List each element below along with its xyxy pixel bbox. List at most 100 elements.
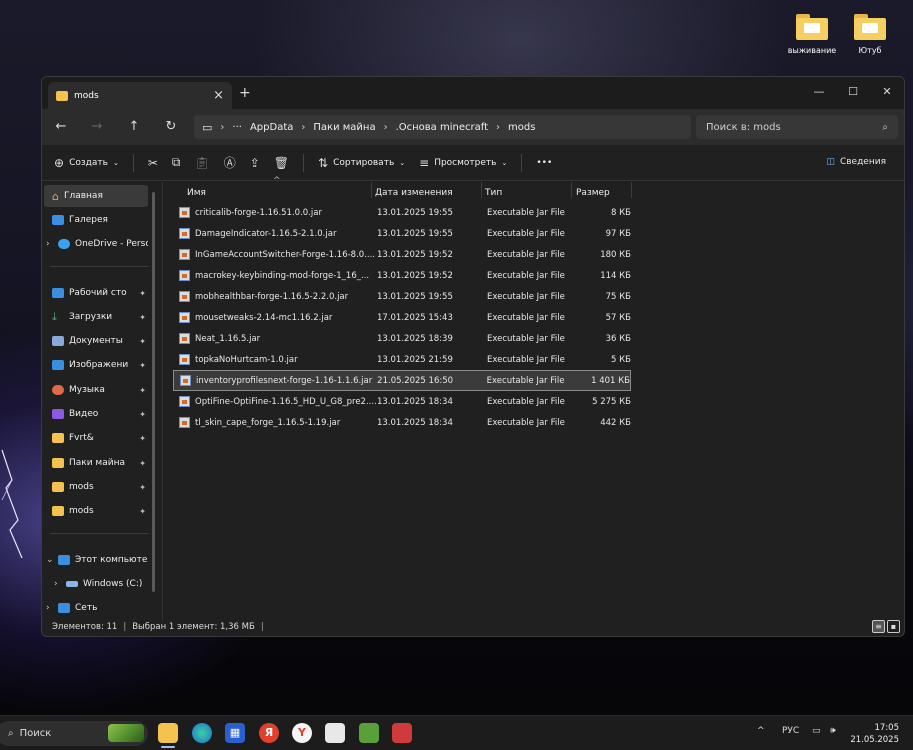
sidebar-item-video[interactable]: Видео ✦: [44, 403, 148, 425]
file-name: criticalib-forge-1.16.51.0.0.jar: [195, 207, 322, 218]
sidebar-item-mods[interactable]: mods ✦: [44, 500, 148, 522]
column-header-size[interactable]: Размер: [576, 182, 610, 204]
file-size: 57 КБ: [605, 312, 631, 323]
sidebar-item-music[interactable]: Музыка ✦: [44, 379, 148, 401]
cut-icon[interactable]: ✂: [148, 156, 158, 170]
clock[interactable]: 17:05 21.05.2025: [850, 722, 899, 746]
sidebar-item-fvrt[interactable]: Fvrt& ✦: [44, 427, 148, 449]
file-row[interactable]: mobhealthbar-forge-1.16.5-2.2.0.jar 13.0…: [173, 286, 631, 307]
column-header-date[interactable]: Дата изменения: [375, 182, 453, 204]
language-indicator[interactable]: РУС: [782, 726, 799, 736]
sidebar-item-gallery[interactable]: Галерея: [44, 209, 148, 231]
pin-icon[interactable]: ✦: [139, 289, 146, 298]
file-type: Executable Jar File: [487, 291, 565, 302]
column-header-name[interactable]: Имя: [187, 182, 206, 204]
network-tray-icon[interactable]: ▭: [812, 726, 821, 736]
breadcrumb-item[interactable]: .Основа minecraft: [396, 122, 488, 133]
desktop-folder-label: Ютуб: [858, 46, 882, 55]
details-button[interactable]: ◫ Сведения: [826, 157, 886, 167]
sidebar-item-documents[interactable]: Документы ✦: [44, 330, 148, 352]
edge-icon[interactable]: [192, 723, 212, 743]
breadcrumb-ellipsis[interactable]: ···: [232, 122, 242, 133]
file-row[interactable]: macrokey-keybinding-mod-forge-1_16_... 1…: [173, 265, 631, 286]
back-button[interactable]: ←: [52, 118, 70, 136]
file-row[interactable]: InGameAccountSwitcher-Forge-1.16-8.0....…: [173, 244, 631, 265]
sidebar-scrollbar[interactable]: [152, 192, 155, 592]
sidebar-item-home[interactable]: ⌂ Главная: [44, 185, 148, 207]
sidebar-item-windows-c[interactable]: › Windows (C:): [44, 573, 148, 595]
pin-icon[interactable]: ✦: [139, 459, 146, 468]
yandex-browser-icon[interactable]: Y: [292, 723, 312, 743]
column-header-type[interactable]: Тип: [485, 182, 502, 204]
minimize-button[interactable]: —: [802, 81, 836, 103]
pin-icon[interactable]: ✦: [139, 313, 146, 322]
close-window-button[interactable]: ✕: [870, 81, 904, 103]
pin-icon[interactable]: ✦: [139, 410, 146, 419]
paste-icon[interactable]: 📋︎: [194, 156, 209, 170]
taskbar-search[interactable]: ⌕ Поиск: [0, 721, 148, 746]
sidebar-item-downloads[interactable]: ⤓ Загрузки ✦: [44, 306, 148, 328]
tab-mods[interactable]: mods ×: [48, 82, 232, 109]
delete-icon[interactable]: 🗑︎: [274, 156, 289, 170]
file-row[interactable]: DamageIndicator-1.16.5-2.1.0.jar 13.01.2…: [173, 223, 631, 244]
file-row[interactable]: OptiFine-OptiFine-1.16.5_HD_U_G8_pre2...…: [173, 391, 631, 412]
sidebar-item-onedrive[interactable]: › OneDrive - Perso: [44, 233, 148, 255]
pin-icon[interactable]: ✦: [139, 434, 146, 443]
tiles-view-icon[interactable]: ▪: [887, 620, 900, 633]
new-tab-button[interactable]: +: [239, 85, 251, 101]
pin-icon[interactable]: ✦: [139, 337, 146, 346]
desktop-folder-survival[interactable]: выживание: [782, 14, 842, 55]
breadcrumb-item[interactable]: Паки майна: [313, 122, 375, 133]
sidebar-item-mods[interactable]: mods ✦: [44, 476, 148, 498]
share-icon[interactable]: ⇪: [250, 156, 260, 170]
refresh-button[interactable]: ↻: [162, 118, 180, 136]
file-size: 5 275 КБ: [592, 396, 631, 407]
column-separator[interactable]: [481, 182, 482, 198]
file-row[interactable]: criticalib-forge-1.16.51.0.0.jar 13.01.2…: [173, 202, 631, 223]
volume-icon[interactable]: 🕪︎: [830, 726, 836, 736]
column-separator[interactable]: [571, 182, 572, 198]
launcher-icon[interactable]: [392, 723, 412, 743]
pin-icon[interactable]: ✦: [139, 386, 146, 395]
sidebar-item-desktop[interactable]: Рабочий сто ✦: [44, 282, 148, 304]
pin-icon[interactable]: ✦: [139, 507, 146, 516]
file-row[interactable]: topkaNoHurtcam-1.0.jar 13.01.2025 21:59 …: [173, 349, 631, 370]
view-button[interactable]: ≡ Просмотреть ⌄: [419, 156, 507, 170]
forward-button[interactable]: →: [88, 118, 106, 136]
pictures-icon: [52, 360, 64, 370]
breadcrumb-item[interactable]: AppData: [250, 122, 293, 133]
column-separator[interactable]: [631, 182, 632, 198]
breadcrumb-item[interactable]: mods: [508, 122, 535, 133]
sidebar-item-this-pc[interactable]: ⌄ Этот компьюте: [44, 549, 148, 571]
more-options-button[interactable]: •••: [536, 158, 552, 168]
up-button[interactable]: ↑: [125, 118, 143, 136]
pin-icon[interactable]: ✦: [139, 483, 146, 492]
tray-overflow-icon[interactable]: ^: [757, 726, 765, 736]
desktop-folder-youtube[interactable]: Ютуб: [840, 14, 900, 55]
create-button[interactable]: ⊕ Создать ⌄: [54, 156, 119, 170]
file-row[interactable]: Neat_1.16.5.jar 13.01.2025 18:39 Executa…: [173, 328, 631, 349]
store-icon[interactable]: ▦: [225, 723, 245, 743]
file-row[interactable]: tl_skin_cape_forge_1.16.5-1.19.jar 13.01…: [173, 412, 631, 433]
sidebar-item-pictures[interactable]: Изображени ✦: [44, 354, 148, 376]
file-explorer-window: mods × + — ☐ ✕ ← → ↑ ↻ ▭ › ··· AppData ›…: [41, 76, 905, 637]
file-explorer-taskbar-icon[interactable]: [158, 723, 178, 743]
minecraft-icon[interactable]: [359, 723, 379, 743]
file-date: 13.01.2025 18:34: [377, 417, 453, 428]
details-view-icon[interactable]: ≡: [872, 620, 885, 633]
search-input[interactable]: Поиск в: mods ⌕: [696, 115, 898, 139]
yandex-icon[interactable]: Я: [259, 723, 279, 743]
maximize-button[interactable]: ☐: [836, 81, 870, 103]
file-row[interactable]: mousetweaks-2.14-mc1.16.2.jar 17.01.2025…: [173, 307, 631, 328]
column-separator[interactable]: [371, 182, 372, 198]
sidebar-item-network[interactable]: › Сеть: [44, 597, 148, 619]
close-tab-icon[interactable]: ×: [213, 88, 224, 103]
rename-icon[interactable]: Ⓐ: [224, 154, 236, 171]
pin-icon[interactable]: ✦: [139, 361, 146, 370]
copy-icon[interactable]: ⧉: [172, 155, 181, 170]
sidebar-item-paki-maina[interactable]: Паки майна ✦: [44, 452, 148, 474]
window-app-icon[interactable]: [325, 723, 345, 743]
address-bar[interactable]: ▭ › ··· AppData › Паки майна › .Основа m…: [194, 115, 691, 139]
sort-button[interactable]: ⇅ Сортировать ⌄: [318, 156, 405, 170]
file-row-selected[interactable]: inventoryprofilesnext-forge-1.16-1.1.6.j…: [173, 370, 631, 391]
